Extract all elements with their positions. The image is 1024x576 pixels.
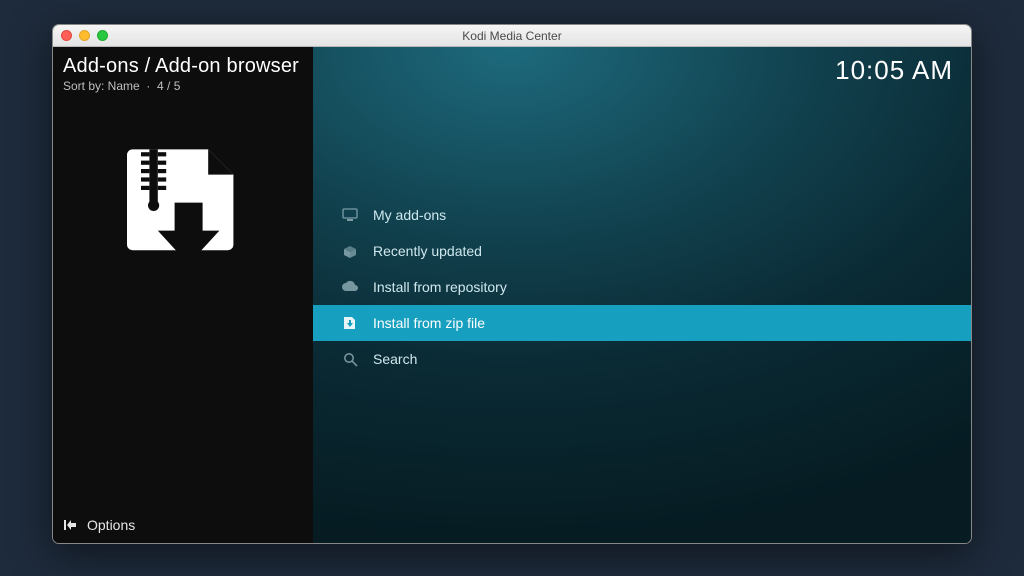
search-icon: [341, 350, 359, 368]
titlebar[interactable]: Kodi Media Center: [53, 25, 971, 47]
menu-item-install-from-repository[interactable]: Install from repository: [313, 269, 971, 305]
breadcrumb: Add-ons / Add-on browser: [53, 47, 313, 78]
menu-item-label: Install from repository: [373, 279, 507, 295]
addon-browser-menu: My add-ons Recently updated Install from…: [313, 197, 971, 377]
main-panel: 10:05 AM My add-ons Recently updated: [313, 47, 971, 544]
sidebar: Add-ons / Add-on browser Sort by: Name ·…: [53, 47, 313, 544]
window-title: Kodi Media Center: [53, 29, 971, 43]
cloud-icon: [341, 278, 359, 296]
menu-item-install-from-zip[interactable]: Install from zip file: [313, 305, 971, 341]
zip-download-icon: [113, 141, 253, 281]
list-position: 4 / 5: [157, 79, 180, 93]
sort-status: Sort by: Name · 4 / 5: [53, 78, 313, 101]
menu-item-recently-updated[interactable]: Recently updated: [313, 233, 971, 269]
menu-item-my-addons[interactable]: My add-ons: [313, 197, 971, 233]
sort-label[interactable]: Sort by: Name: [63, 79, 140, 93]
zip-down-icon: [341, 314, 359, 332]
screen-icon: [341, 206, 359, 224]
box-open-icon: [341, 242, 359, 260]
menu-item-label: My add-ons: [373, 207, 446, 223]
menu-item-search[interactable]: Search: [313, 341, 971, 377]
menu-item-label: Recently updated: [373, 243, 482, 259]
options-icon: [63, 517, 79, 533]
options-button[interactable]: Options: [53, 505, 313, 544]
clock: 10:05 AM: [835, 55, 953, 86]
menu-item-label: Search: [373, 351, 417, 367]
options-label: Options: [87, 517, 135, 533]
app-window: Kodi Media Center Add-ons / Add-on brows…: [52, 24, 972, 544]
menu-item-label: Install from zip file: [373, 315, 485, 331]
